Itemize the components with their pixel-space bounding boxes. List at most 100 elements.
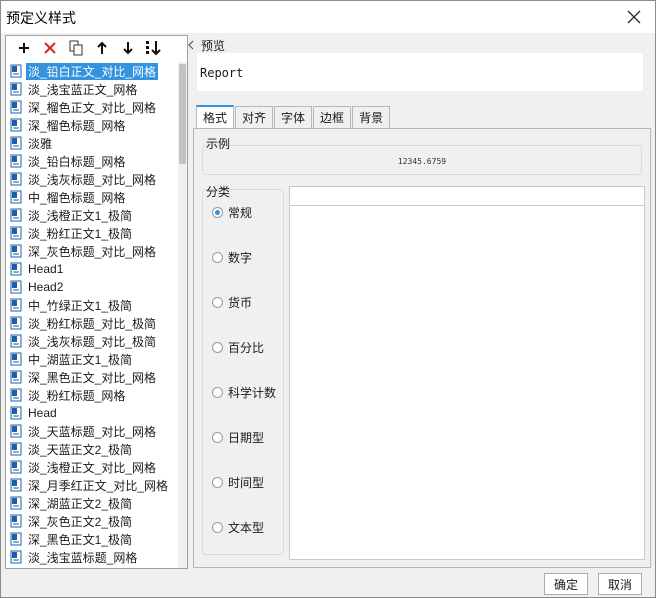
style-list-item[interactable]: 淡_浅宝蓝正文_网格 xyxy=(6,80,178,98)
style-list-item[interactable]: 淡_浅灰标题_对比_极简 xyxy=(6,332,178,350)
category-group: 常规 数字 货币 百分比 科学计数 日期型 时间型 文本型 分类 xyxy=(202,181,284,555)
style-list-item-label: 淡雅 xyxy=(28,136,53,151)
category-radio[interactable]: 常规 xyxy=(212,204,252,221)
scrollbar-thumb[interactable] xyxy=(179,64,186,164)
style-list-item-label: 淡_浅橙正文1_极简 xyxy=(28,208,133,223)
format-code-list[interactable] xyxy=(289,206,645,560)
style-doc-icon xyxy=(10,532,22,546)
style-list-item[interactable]: 中_湖蓝正文1_极简 xyxy=(6,350,178,368)
delete-button[interactable] xyxy=(38,37,62,59)
style-list-item[interactable]: 淡_浅宝蓝标题_网格 xyxy=(6,548,178,566)
window-title: 预定义样式 xyxy=(6,10,76,26)
tab-0[interactable]: 格式 xyxy=(196,105,235,128)
style-doc-icon xyxy=(10,334,22,348)
style-list-item[interactable]: 中_榴色标题_网格 xyxy=(6,188,178,206)
style-list-item-label: 深_湖蓝正文2_极简 xyxy=(28,496,133,511)
style-list-item[interactable]: 淡_浅灰标题_对比_网格 xyxy=(6,170,178,188)
style-list-item[interactable]: 中_竹绿正文1_极简 xyxy=(6,296,178,314)
style-list-scrollbar[interactable] xyxy=(178,62,187,568)
tab-3[interactable]: 边框 xyxy=(313,106,352,128)
style-list-item[interactable]: Head1 xyxy=(6,260,178,278)
example-group: 12345.6759 示例 xyxy=(202,133,642,175)
close-button[interactable] xyxy=(621,5,647,29)
style-list: 淡_铅白正文_对比_网格 淡_浅宝蓝正文_网格 深_榴色正文_对比_网格 深_榴色标题… xyxy=(6,62,178,568)
style-list-item[interactable]: 淡_粉红正文1_极简 xyxy=(6,224,178,242)
style-doc-icon xyxy=(10,262,22,276)
style-doc-icon xyxy=(10,64,22,78)
close-icon xyxy=(627,10,641,24)
style-list-item-label: 深_榴色标题_网格 xyxy=(28,118,126,133)
style-list-item-label: 淡_粉红标题_对比_极简 xyxy=(28,316,157,331)
tab-bar: 格式 对齐 字体 边框 背景 xyxy=(196,105,391,128)
style-list-item[interactable]: 深_黑色正文_对比_网格 xyxy=(6,368,178,386)
category-radio-label: 文本型 xyxy=(228,521,265,535)
style-doc-icon xyxy=(10,370,22,384)
red-x-icon xyxy=(44,42,56,54)
example-label: 示例 xyxy=(206,137,231,151)
style-doc-icon xyxy=(10,118,22,132)
category-radio-label: 常规 xyxy=(228,206,253,220)
ok-button[interactable]: 确定 xyxy=(544,573,588,595)
move-up-button[interactable] xyxy=(90,37,114,59)
format-code-input[interactable] xyxy=(289,186,645,206)
style-list-item-label: Head1 xyxy=(28,262,64,276)
style-list-item-label: 深_榴色正文_对比_网格 xyxy=(28,100,157,115)
style-list-item[interactable]: 深_湖蓝正文2_极简 xyxy=(6,494,178,512)
category-radio[interactable]: 货币 xyxy=(212,294,252,311)
copy-button[interactable] xyxy=(64,37,88,59)
style-doc-icon xyxy=(10,442,22,456)
style-list-item[interactable]: 淡_铅白正文_对比_网格 xyxy=(6,62,178,80)
style-list-item-label: 淡_天蓝标题_对比_网格 xyxy=(28,424,157,439)
style-doc-icon xyxy=(10,190,22,204)
style-list-item[interactable]: 淡雅 xyxy=(6,134,178,152)
style-doc-icon xyxy=(10,136,22,150)
style-list-item-label: 淡_铅白正文_对比_网格 xyxy=(26,62,159,80)
style-list-item[interactable]: 深_灰色标题_对比_网格 xyxy=(6,242,178,260)
style-list-item[interactable]: 深_榴色正文_对比_网格 xyxy=(6,98,178,116)
style-doc-icon xyxy=(10,496,22,510)
style-list-item-label: Head2 xyxy=(28,280,64,294)
style-list-item-label: 深_灰色正文2_极简 xyxy=(28,514,133,529)
style-doc-icon xyxy=(10,388,22,402)
style-list-item[interactable]: Head xyxy=(6,404,178,422)
style-list-panel: 淡_铅白正文_对比_网格 淡_浅宝蓝正文_网格 深_榴色正文_对比_网格 深_榴色标题… xyxy=(5,35,188,569)
style-list-item[interactable]: 深_黑色正文1_极简 xyxy=(6,530,178,548)
category-radio[interactable]: 数字 xyxy=(212,249,252,266)
sort-icon xyxy=(146,41,161,56)
add-button[interactable] xyxy=(12,37,36,59)
style-list-item-label: 淡_铅白标题_网格 xyxy=(28,154,126,169)
style-list-item-label: 淡_浅灰标题_对比_极简 xyxy=(28,334,157,349)
tab-2[interactable]: 字体 xyxy=(274,106,313,128)
style-list-item-label: 深_灰色标题_对比_网格 xyxy=(28,244,157,259)
style-doc-icon xyxy=(10,478,22,492)
style-list-item[interactable]: Head2 xyxy=(6,278,178,296)
tab-4[interactable]: 背景 xyxy=(352,106,391,128)
category-radio[interactable]: 文本型 xyxy=(212,519,264,536)
style-list-item[interactable]: 深_榴色标题_网格 xyxy=(6,116,178,134)
category-radio[interactable]: 百分比 xyxy=(212,339,264,356)
radio-circle-icon xyxy=(212,252,223,263)
category-radio-label: 时间型 xyxy=(228,476,265,490)
collapse-panel-handle[interactable] xyxy=(188,39,194,50)
style-list-item[interactable]: 淡_天蓝正文2_极简 xyxy=(6,440,178,458)
sort-button[interactable] xyxy=(142,37,166,59)
preview-group: 预览 Report xyxy=(197,37,643,93)
style-list-item[interactable]: 淡_浅橙正文1_极简 xyxy=(6,206,178,224)
cancel-button[interactable]: 取消 xyxy=(598,573,642,595)
style-list-item[interactable]: 深_月季红正文_对比_网格 xyxy=(6,476,178,494)
style-list-item[interactable]: 淡_铅白标题_网格 xyxy=(6,152,178,170)
category-radio[interactable]: 时间型 xyxy=(212,474,264,491)
category-radio[interactable]: 科学计数 xyxy=(212,384,276,401)
style-list-item-label: 淡_粉红正文1_极简 xyxy=(28,226,133,241)
move-down-button[interactable] xyxy=(116,37,140,59)
style-list-item[interactable]: 淡_粉红标题_对比_极简 xyxy=(6,314,178,332)
style-list-item[interactable]: 淡_粉红标题_网格 xyxy=(6,386,178,404)
tab-1[interactable]: 对齐 xyxy=(235,106,274,128)
category-radio[interactable]: 日期型 xyxy=(212,429,264,446)
style-list-item[interactable]: 深_灰色正文2_极简 xyxy=(6,512,178,530)
style-list-item[interactable]: 淡_浅橙正文_对比_网格 xyxy=(6,458,178,476)
style-list-item-label: 深_月季红正文_对比_网格 xyxy=(28,478,169,493)
radio-circle-icon xyxy=(212,297,223,308)
style-list-item[interactable]: 淡_天蓝标题_对比_网格 xyxy=(6,422,178,440)
example-box: 12345.6759 xyxy=(202,145,642,175)
